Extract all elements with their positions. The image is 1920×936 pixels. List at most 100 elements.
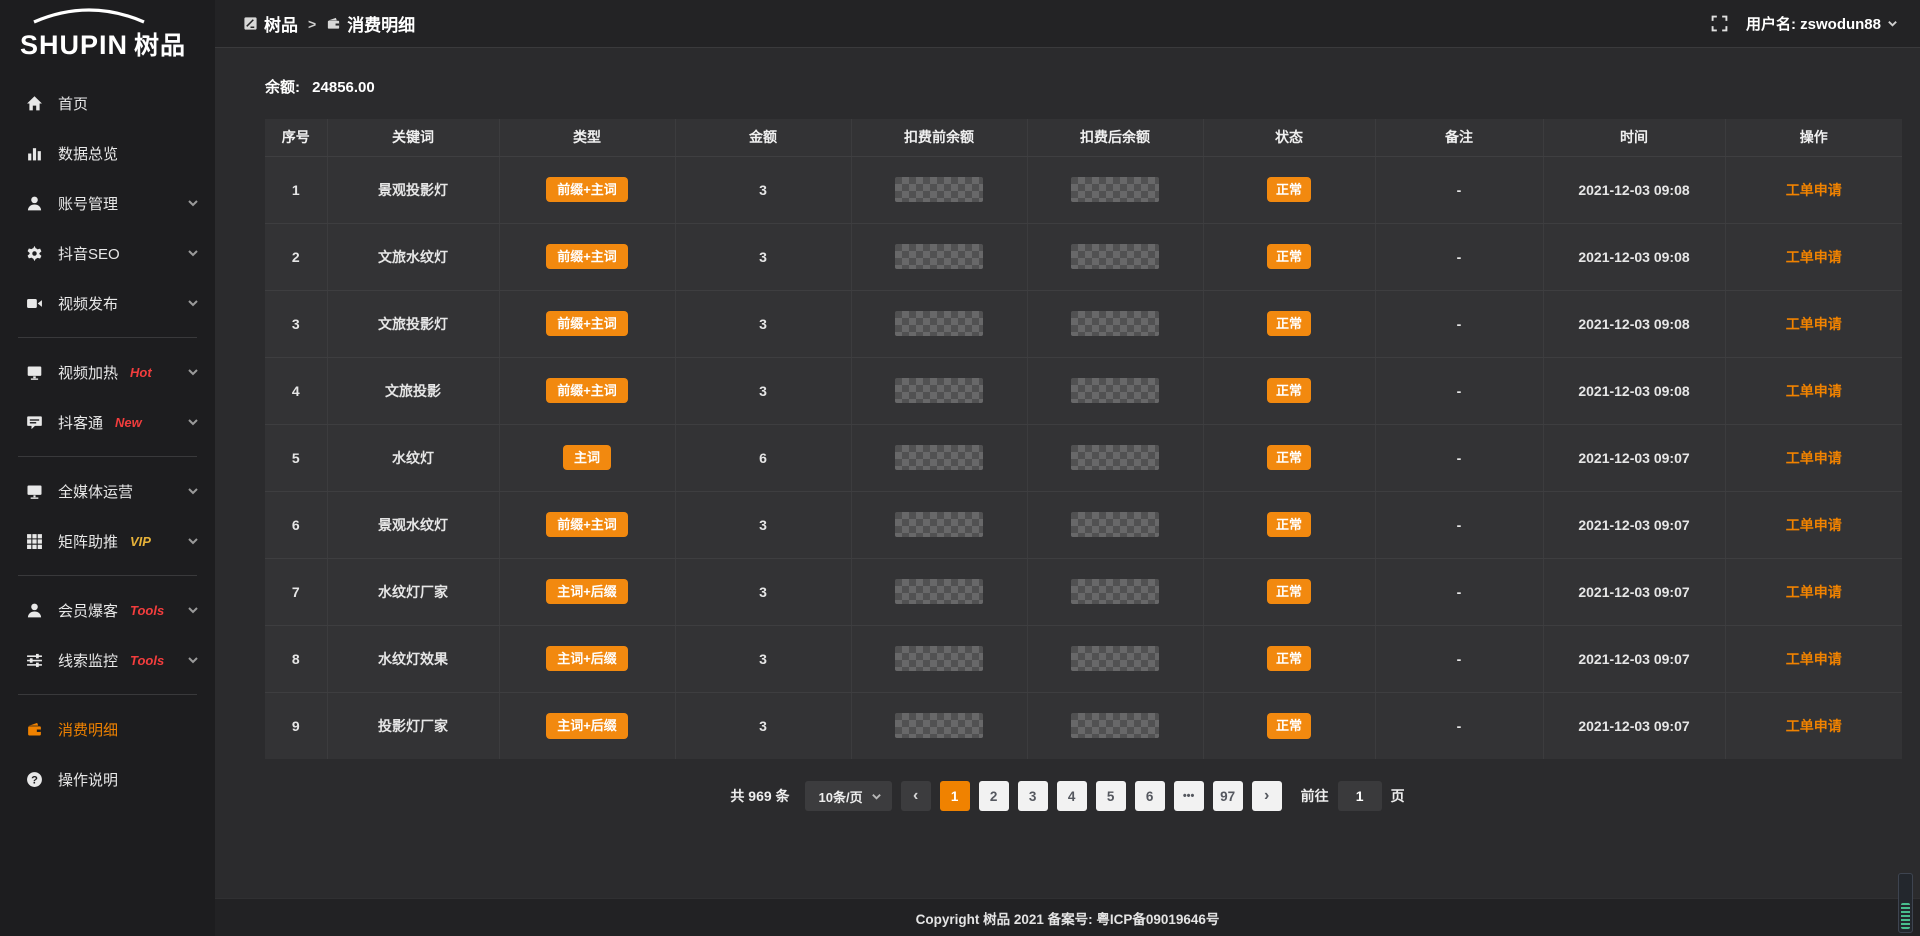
question-icon: ? bbox=[26, 771, 43, 788]
page-button-1[interactable]: 1 bbox=[940, 781, 970, 811]
status-badge: 正常 bbox=[1267, 177, 1311, 203]
type-badge-cell: 主词+后缀 bbox=[499, 558, 675, 625]
table-row: 5水纹灯主词6正常-2021-12-03 09:07工单申请 bbox=[265, 424, 1902, 491]
masked-value bbox=[1071, 177, 1159, 202]
sidebar-divider bbox=[18, 694, 197, 695]
sidebar-item-抖音SEO[interactable]: 抖音SEO bbox=[0, 228, 215, 278]
cell-keyword: 景观投影灯 bbox=[327, 156, 499, 223]
status-badge-cell: 正常 bbox=[1203, 290, 1375, 357]
sidebar-item-矩阵助推[interactable]: 矩阵助推VIP bbox=[0, 516, 215, 566]
user-icon bbox=[26, 195, 43, 212]
sidebar-item-抖客通[interactable]: 抖客通New bbox=[0, 397, 215, 447]
action-link[interactable]: 工单申请 bbox=[1786, 651, 1842, 667]
footer: Copyright 树品 2021 备案号: 粤ICP备09019646号 bbox=[215, 898, 1920, 936]
balance: 余额: 24856.00 bbox=[265, 76, 1920, 97]
pagination: 共 969 条 10条/页 ‹ 123456•••97 › 前往 页 bbox=[215, 781, 1920, 811]
status-badge-cell: 正常 bbox=[1203, 223, 1375, 290]
sidebar-item-数据总览[interactable]: 数据总览 bbox=[0, 128, 215, 178]
cell-amount: 3 bbox=[675, 558, 851, 625]
topbar-right: 用户名: zswodun88 bbox=[1711, 13, 1898, 34]
sidebar-divider bbox=[18, 456, 197, 457]
column-header-备注: 备注 bbox=[1375, 119, 1543, 156]
page-button-2[interactable]: 2 bbox=[979, 781, 1009, 811]
sidebar-item-视频加热[interactable]: 视频加热Hot bbox=[0, 347, 215, 397]
type-badge-cell: 前缀+主词 bbox=[499, 290, 675, 357]
action-link[interactable]: 工单申请 bbox=[1786, 316, 1842, 332]
scrollbar-thumb[interactable] bbox=[1901, 903, 1910, 929]
action-cell: 工单申请 bbox=[1725, 156, 1902, 223]
prev-page-button[interactable]: ‹ bbox=[901, 781, 931, 811]
sidebar-item-账号管理[interactable]: 账号管理 bbox=[0, 178, 215, 228]
page-button-3[interactable]: 3 bbox=[1018, 781, 1048, 811]
column-header-操作: 操作 bbox=[1725, 119, 1902, 156]
sidebar-item-首页[interactable]: 首页 bbox=[0, 78, 215, 128]
cell-note: - bbox=[1375, 223, 1543, 290]
page-size-value: 10条/页 bbox=[819, 787, 863, 806]
page-button-5[interactable]: 5 bbox=[1096, 781, 1126, 811]
sidebar: SHUPIN树品 首页数据总览账号管理抖音SEO视频发布视频加热Hot抖客通Ne… bbox=[0, 0, 215, 936]
action-link[interactable]: 工单申请 bbox=[1786, 517, 1842, 533]
breadcrumb-current[interactable]: 消费明细 bbox=[326, 11, 415, 36]
sidebar-item-操作说明[interactable]: ?操作说明 bbox=[0, 754, 215, 804]
table-row: 3文旅投影灯前缀+主词3正常-2021-12-03 09:08工单申请 bbox=[265, 290, 1902, 357]
status-badge-cell: 正常 bbox=[1203, 424, 1375, 491]
breadcrumb: 树品 > 消费明细 bbox=[243, 11, 415, 36]
page-button-97[interactable]: 97 bbox=[1213, 781, 1243, 811]
status-badge-cell: 正常 bbox=[1203, 357, 1375, 424]
sidebar-item-线索监控[interactable]: 线索监控Tools bbox=[0, 635, 215, 685]
topbar: 树品 > 消费明细 用户名: zswodun88 bbox=[215, 0, 1920, 48]
wallet-icon bbox=[326, 16, 341, 31]
page-button-6[interactable]: 6 bbox=[1135, 781, 1165, 811]
type-badge-cell: 主词+后缀 bbox=[499, 692, 675, 759]
cell-time: 2021-12-03 09:07 bbox=[1543, 558, 1725, 625]
action-link[interactable]: 工单申请 bbox=[1786, 718, 1842, 734]
fullscreen-icon[interactable] bbox=[1711, 15, 1728, 32]
action-link[interactable]: 工单申请 bbox=[1786, 383, 1842, 399]
user-menu[interactable]: 用户名: zswodun88 bbox=[1746, 13, 1898, 34]
table-row: 8水纹灯效果主词+后缀3正常-2021-12-03 09:07工单申请 bbox=[265, 625, 1902, 692]
action-link[interactable]: 工单申请 bbox=[1786, 584, 1842, 600]
masked-value bbox=[895, 445, 983, 470]
sidebar-item-label: 视频加热 bbox=[58, 362, 118, 383]
scrollbar-track[interactable] bbox=[1898, 873, 1913, 933]
action-link[interactable]: 工单申请 bbox=[1786, 249, 1842, 265]
balance-label: 余额: bbox=[265, 79, 300, 96]
table-row: 2文旅水纹灯前缀+主词3正常-2021-12-03 09:08工单申请 bbox=[265, 223, 1902, 290]
breadcrumb-home[interactable]: 树品 bbox=[243, 11, 298, 36]
action-link[interactable]: 工单申请 bbox=[1786, 450, 1842, 466]
page-ellipsis-button[interactable]: ••• bbox=[1174, 781, 1204, 811]
cell-amount: 3 bbox=[675, 223, 851, 290]
type-badge: 前缀+主词 bbox=[546, 512, 628, 538]
cell-note: - bbox=[1375, 156, 1543, 223]
screen-icon bbox=[26, 364, 43, 381]
next-page-button[interactable]: › bbox=[1252, 781, 1282, 811]
masked-balance-after bbox=[1027, 156, 1203, 223]
cell-keyword: 水纹灯效果 bbox=[327, 625, 499, 692]
type-badge-cell: 前缀+主词 bbox=[499, 491, 675, 558]
masked-value bbox=[1071, 646, 1159, 671]
sidebar-item-全媒体运营[interactable]: 全媒体运营 bbox=[0, 466, 215, 516]
type-badge: 主词+后缀 bbox=[546, 579, 628, 605]
action-link[interactable]: 工单申请 bbox=[1786, 182, 1842, 198]
page-size-select[interactable]: 10条/页 bbox=[805, 781, 892, 811]
column-header-扣费后余额: 扣费后余额 bbox=[1027, 119, 1203, 156]
sidebar-item-会员爆客[interactable]: 会员爆客Tools bbox=[0, 585, 215, 635]
sidebar-item-消费明细[interactable]: 消费明细 bbox=[0, 704, 215, 754]
type-badge: 主词+后缀 bbox=[546, 713, 628, 739]
masked-value bbox=[1071, 579, 1159, 604]
page-button-4[interactable]: 4 bbox=[1057, 781, 1087, 811]
logo-en: SHUPIN bbox=[20, 30, 128, 60]
sidebar-item-label: 全媒体运营 bbox=[58, 481, 133, 502]
sidebar-item-视频发布[interactable]: 视频发布 bbox=[0, 278, 215, 328]
video-icon bbox=[26, 295, 43, 312]
sidebar-divider bbox=[18, 575, 197, 576]
sidebar-item-label: 抖客通 bbox=[58, 412, 103, 433]
goto-page-input[interactable] bbox=[1338, 781, 1382, 811]
status-badge: 正常 bbox=[1267, 713, 1311, 739]
sidebar-item-label: 首页 bbox=[58, 93, 88, 114]
sidebar-item-label: 消费明细 bbox=[58, 719, 118, 740]
goto-page: 前往 页 bbox=[1301, 781, 1405, 811]
masked-value bbox=[895, 244, 983, 269]
cell-no: 8 bbox=[265, 625, 327, 692]
masked-balance-before bbox=[851, 491, 1027, 558]
